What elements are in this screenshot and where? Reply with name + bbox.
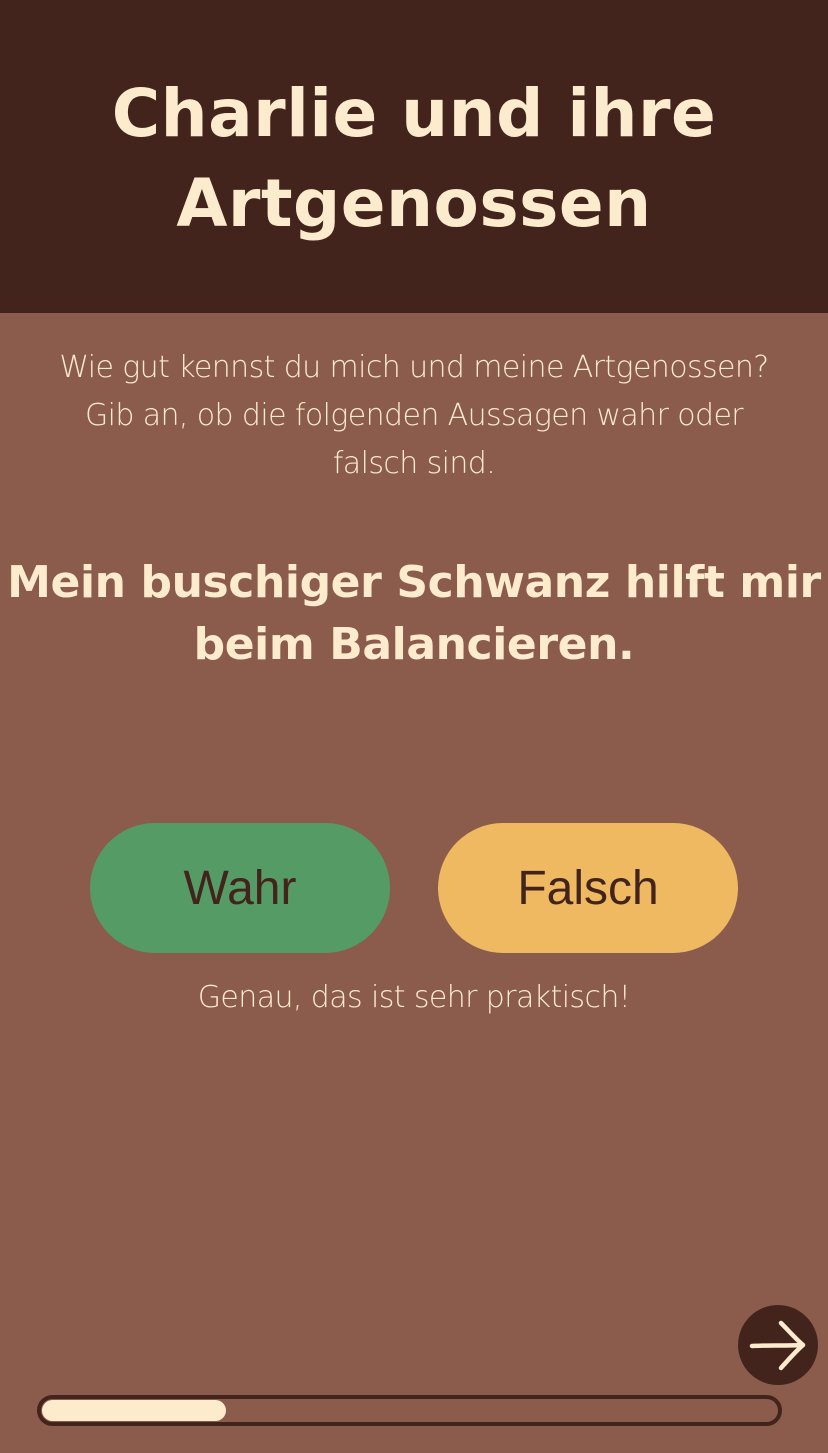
- false-button[interactable]: Falsch: [438, 823, 738, 953]
- progress-bar: [37, 1395, 782, 1426]
- true-button-label: Wahr: [183, 861, 297, 915]
- progress-fill: [42, 1400, 226, 1421]
- page-title: Charlie und ihre Artgenossen: [111, 74, 717, 242]
- arrow-right-icon: [749, 1320, 806, 1371]
- intro-text: Wie gut kennst du mich und meine Artgeno…: [59, 350, 769, 481]
- question-text: Mein buschiger Schwanz hilft mir beim Ba…: [7, 557, 821, 670]
- true-button[interactable]: Wahr: [90, 823, 390, 953]
- false-button-label: Falsch: [517, 861, 659, 915]
- feedback-text: Genau, das ist sehr praktisch!: [197, 980, 631, 1015]
- next-button[interactable]: [738, 1305, 818, 1385]
- header: Charlie und ihre Artgenossen: [0, 0, 828, 313]
